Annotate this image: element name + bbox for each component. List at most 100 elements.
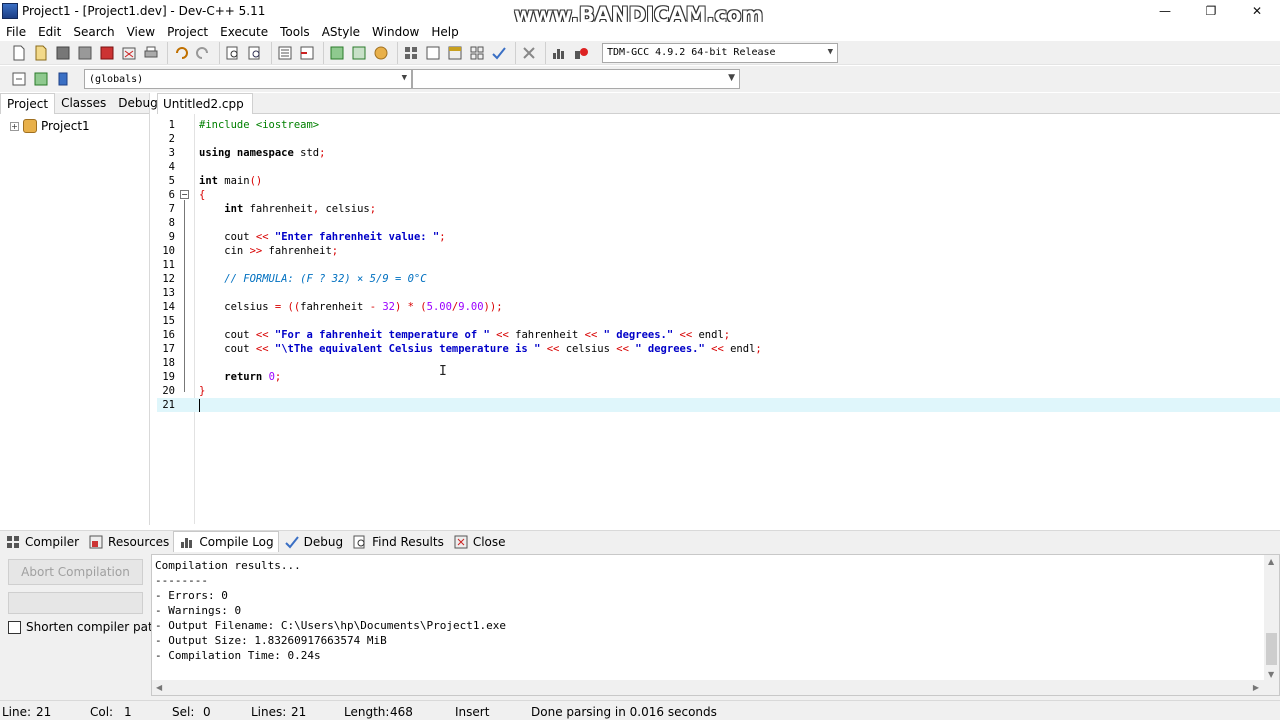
expand-icon[interactable]: + xyxy=(10,121,19,131)
tab-close[interactable]: Close xyxy=(448,531,510,553)
shorten-paths-option[interactable]: Shorten compiler paths xyxy=(8,620,167,634)
shorten-paths-checkbox[interactable] xyxy=(8,620,21,634)
horizontal-scrollbar[interactable]: ◀ ▶ xyxy=(152,680,1279,695)
menu-window[interactable]: Window xyxy=(366,25,425,39)
line-number: 16 xyxy=(162,329,175,341)
code-line[interactable]: 6{ xyxy=(157,188,1280,202)
insert-icon[interactable] xyxy=(9,69,29,89)
open-file-icon[interactable] xyxy=(31,43,51,63)
member-select[interactable]: ▼ xyxy=(412,69,740,89)
code-line[interactable]: 11 xyxy=(157,258,1280,272)
close-file-icon[interactable] xyxy=(97,43,117,63)
menu-tools[interactable]: Tools xyxy=(274,25,316,39)
abort-compilation-button[interactable]: Abort Compilation xyxy=(8,559,143,585)
code-line[interactable]: 3 using namespace std; xyxy=(157,146,1280,160)
tab-debug-output[interactable]: Debug xyxy=(279,531,347,553)
menu-search[interactable]: Search xyxy=(67,25,120,39)
compiler-select[interactable]: TDM-GCC 4.9.2 64-bit Release ▼ xyxy=(602,42,838,63)
code-line[interactable]: 17 cout << "\tThe equivalent Celsius tem… xyxy=(157,342,1280,356)
code-line[interactable]: 7 int fahrenheit, celsius; xyxy=(157,202,1280,216)
code-token: std xyxy=(300,147,320,159)
indent-icon[interactable] xyxy=(275,43,295,63)
line-number: 9 xyxy=(168,231,175,243)
remove-from-project-icon[interactable] xyxy=(349,43,369,63)
profile-icon[interactable] xyxy=(549,43,569,63)
replace-icon[interactable] xyxy=(245,43,265,63)
save-icon[interactable] xyxy=(53,43,73,63)
close-button[interactable]: ✕ xyxy=(1234,0,1280,22)
unindent-icon[interactable] xyxy=(297,43,317,63)
vertical-scrollbar[interactable]: ▲ ▼ xyxy=(1264,555,1279,681)
code-token: } xyxy=(199,385,206,397)
code-line[interactable]: 8 xyxy=(157,216,1280,230)
code-line[interactable]: 18 xyxy=(157,356,1280,370)
compile-run-icon[interactable] xyxy=(445,43,465,63)
line-number: 8 xyxy=(168,217,175,229)
scroll-right-icon[interactable]: ▶ xyxy=(1253,683,1259,692)
find-icon[interactable] xyxy=(223,43,243,63)
add-to-project-icon[interactable] xyxy=(327,43,347,63)
rebuild-all-icon[interactable] xyxy=(467,43,487,63)
menu-execute[interactable]: Execute xyxy=(214,25,274,39)
code-line[interactable]: 19 return 0; xyxy=(157,370,1280,384)
redo-icon[interactable] xyxy=(193,43,213,63)
goto-icon[interactable] xyxy=(31,69,51,89)
tab-compiler[interactable]: Compiler xyxy=(0,531,83,553)
code-line[interactable]: 9 cout << "Enter fahrenheit value: "; xyxy=(157,230,1280,244)
menu-help[interactable]: Help xyxy=(425,25,464,39)
stop-execution-icon[interactable] xyxy=(519,43,539,63)
close-all-icon[interactable] xyxy=(119,43,139,63)
scroll-left-icon[interactable]: ◀ xyxy=(156,683,162,692)
code-text: { xyxy=(199,188,205,202)
line-number: 3 xyxy=(168,147,175,159)
code-line[interactable]: 20} xyxy=(157,384,1280,398)
compile-progress-bar xyxy=(8,592,143,614)
code-token: fahrenheit xyxy=(508,329,585,341)
project-tree-item[interactable]: + Project1 xyxy=(0,117,149,135)
code-line[interactable]: 13 xyxy=(157,286,1280,300)
minimize-button[interactable]: — xyxy=(1142,0,1188,22)
compile-log-output[interactable]: Compilation results... -------- - Errors: … xyxy=(151,554,1280,696)
tab-project[interactable]: Project xyxy=(0,93,56,114)
code-line[interactable]: 14 celsius = ((fahrenheit - 32) * (5.00/… xyxy=(157,300,1280,314)
code-line[interactable]: 21 xyxy=(157,398,1280,412)
bookmark-icon[interactable] xyxy=(53,69,73,89)
code-line[interactable]: 12 // FORMULA: (F ? 32) × 5/9 = 0°C xyxy=(157,272,1280,286)
compile-toolbar-group xyxy=(397,41,512,64)
print-icon[interactable] xyxy=(141,43,161,63)
code-line[interactable]: 4 xyxy=(157,160,1280,174)
tab-untitled2[interactable]: Untitled2.cpp xyxy=(157,93,253,114)
tab-find-results-label: Find Results xyxy=(372,534,444,549)
restore-button[interactable]: ❐ xyxy=(1188,0,1234,22)
scope-select[interactable]: (globals) ▼ xyxy=(84,69,412,89)
project-options-icon[interactable] xyxy=(371,43,391,63)
undo-icon[interactable] xyxy=(171,43,191,63)
new-file-icon[interactable] xyxy=(9,43,29,63)
scrollbar-thumb[interactable] xyxy=(1266,633,1277,665)
tab-resources[interactable]: Resources xyxy=(83,531,173,553)
compile-icon[interactable] xyxy=(401,43,421,63)
run-icon[interactable] xyxy=(423,43,443,63)
menu-project[interactable]: Project xyxy=(161,25,214,39)
delete-profile-icon[interactable] xyxy=(571,43,591,63)
tab-find-results[interactable]: Find Results xyxy=(347,531,448,553)
scroll-down-icon[interactable]: ▼ xyxy=(1268,670,1274,679)
tab-classes[interactable]: Classes xyxy=(55,93,112,114)
scroll-up-icon[interactable]: ▲ xyxy=(1268,557,1274,566)
code-line[interactable]: 5 int main() xyxy=(157,174,1280,188)
code-line[interactable]: 2 xyxy=(157,132,1280,146)
menu-view[interactable]: View xyxy=(121,25,161,39)
menu-edit[interactable]: Edit xyxy=(32,25,67,39)
profile-toolbar-group xyxy=(545,41,594,64)
code-editor[interactable]: − I 1 #include <iostream> 2 3 using namespac… xyxy=(157,114,1280,524)
code-token: "\tThe equivalent Celsius temperature is… xyxy=(268,343,547,355)
code-line[interactable]: 10 cin >> fahrenheit; xyxy=(157,244,1280,258)
menu-astyle[interactable]: AStyle xyxy=(316,25,366,39)
menu-file[interactable]: File xyxy=(0,25,32,39)
tab-compile-log[interactable]: Compile Log xyxy=(173,530,279,553)
save-all-icon[interactable] xyxy=(75,43,95,63)
code-line[interactable]: 1 #include <iostream> xyxy=(157,118,1280,132)
code-line[interactable]: 16 cout << "For a fahrenheit temperature… xyxy=(157,328,1280,342)
code-line[interactable]: 15 xyxy=(157,314,1280,328)
syntax-check-icon[interactable] xyxy=(489,43,509,63)
